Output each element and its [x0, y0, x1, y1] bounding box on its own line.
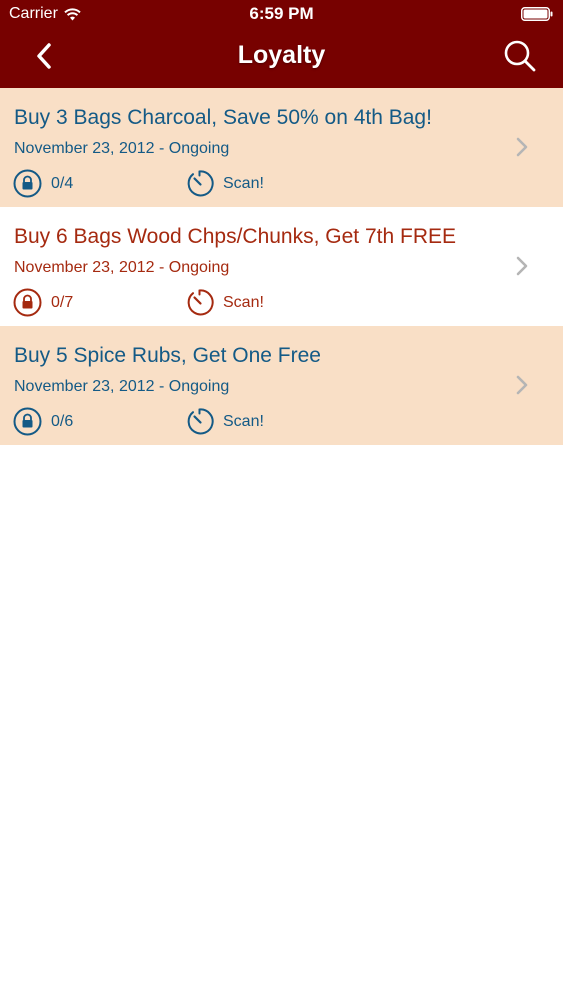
list-item[interactable]: Buy 5 Spice Rubs, Get One Free November … — [0, 326, 563, 445]
progress-group: 0/4 — [13, 169, 73, 198]
scan-group[interactable]: Scan! — [185, 288, 264, 317]
search-button[interactable] — [501, 37, 539, 75]
list-item[interactable]: Buy 6 Bags Wood Chps/Chunks, Get 7th FRE… — [0, 207, 563, 326]
lock-icon — [13, 407, 42, 436]
timer-icon — [187, 408, 214, 435]
chevron-right-icon — [516, 375, 528, 395]
progress-group: 0/6 — [13, 407, 73, 436]
reward-title: Buy 3 Bags Charcoal, Save 50% on 4th Bag… — [14, 106, 432, 129]
reward-date: November 23, 2012 - Ongoing — [14, 378, 230, 395]
nav-bar: Loyalty — [0, 30, 563, 88]
punch-progress: 0/7 — [51, 293, 74, 311]
chevron-right-icon — [516, 256, 528, 276]
reward-title: Buy 6 Bags Wood Chps/Chunks, Get 7th FRE… — [14, 225, 456, 248]
battery-icon — [521, 7, 553, 21]
loyalty-list: Buy 3 Bags Charcoal, Save 50% on 4th Bag… — [0, 88, 563, 445]
app-header: Carrier 6:59 PM Loyalty — [0, 0, 563, 88]
scan-group[interactable]: Scan! — [185, 407, 264, 436]
scan-group[interactable]: Scan! — [185, 169, 264, 198]
punch-progress: 0/4 — [51, 174, 74, 192]
punch-progress: 0/6 — [51, 412, 74, 430]
search-icon — [504, 40, 536, 72]
reward-date: November 23, 2012 - Ongoing — [14, 259, 230, 276]
reward-title: Buy 5 Spice Rubs, Get One Free — [14, 344, 321, 367]
page-title: Loyalty — [237, 41, 326, 69]
progress-group: 0/7 — [13, 288, 73, 317]
scan-label: Scan! — [223, 174, 264, 192]
timer-icon — [187, 289, 214, 316]
status-bar: Carrier 6:59 PM — [0, 0, 563, 30]
lock-icon — [13, 169, 42, 198]
status-time: 6:59 PM — [249, 4, 314, 23]
scan-label: Scan! — [223, 412, 264, 430]
reward-date: November 23, 2012 - Ongoing — [14, 140, 230, 157]
list-item[interactable]: Buy 3 Bags Charcoal, Save 50% on 4th Bag… — [0, 88, 563, 207]
chevron-right-icon — [516, 137, 528, 157]
timer-icon — [187, 170, 214, 197]
scan-label: Scan! — [223, 293, 264, 311]
lock-icon — [13, 288, 42, 317]
